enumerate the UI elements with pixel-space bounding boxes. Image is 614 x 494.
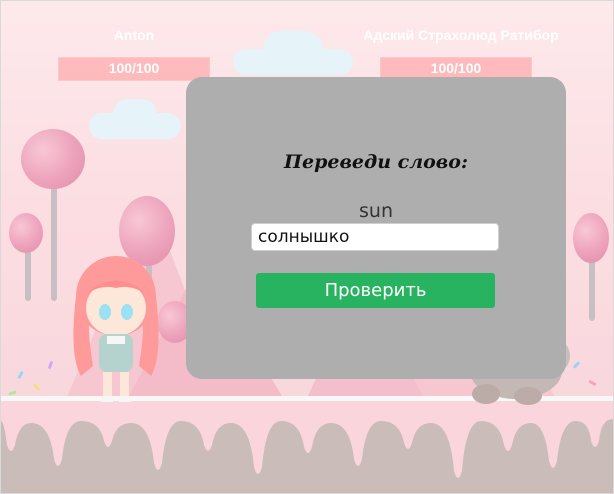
dialog-title: Переведи слово: — [284, 151, 468, 173]
check-button[interactable]: Проверить — [256, 273, 495, 308]
word-to-translate: sun — [359, 200, 393, 222]
answer-input[interactable] — [251, 223, 499, 251]
translate-dialog: Переведи слово: sun Проверить — [186, 77, 566, 379]
game-screen: Anton 100/100 Адский Страхолюд Ратибор 1… — [0, 0, 614, 494]
